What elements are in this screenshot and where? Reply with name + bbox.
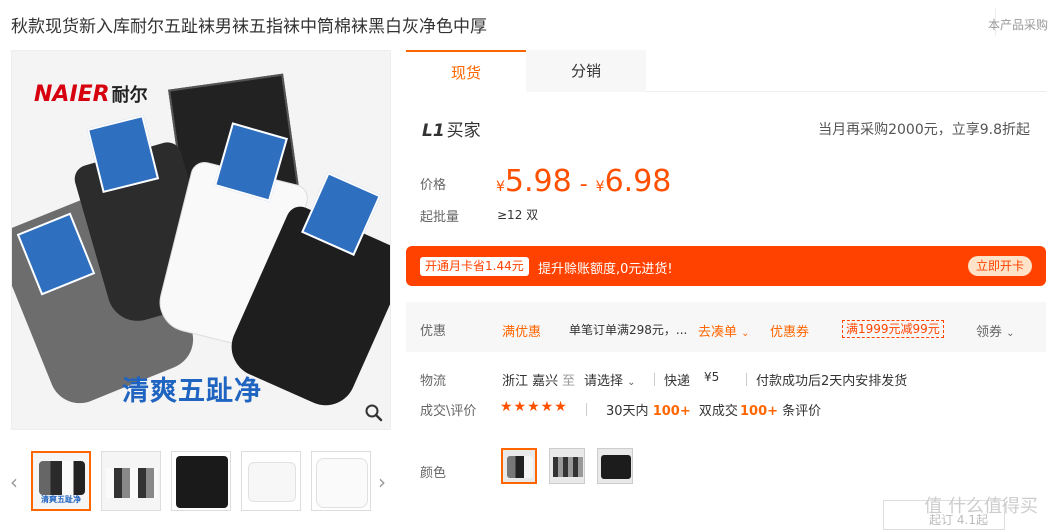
zoom-icon[interactable] [364,403,384,423]
thumb-sock [248,462,296,502]
ship-to-word: 至 [562,374,576,389]
brand-latin: NAIER [34,82,110,107]
coupon-tag: 优惠券 [770,325,810,340]
sales-period: 30天内 [606,404,649,419]
price-box: 价格 ¥5.98- ¥6.98 起批量 ≥12 双 [406,150,1046,236]
buyer-discount-note[interactable]: 当月再采购2000元，立享9.8折起 [818,119,1030,139]
price-range: ¥5.98- ¥6.98 [496,164,671,199]
color-swatch-2[interactable] [549,448,585,484]
promo-chip: 开通月卡省1.44元 [420,257,529,276]
swatch-image [553,457,583,477]
chevron-down-icon: ⌄ [741,328,750,339]
chevron-down-icon: ⌄ [1006,328,1015,339]
thumbnail-5[interactable] [311,451,371,511]
moq-value: ≥12 双 [497,208,539,222]
thumbnail-2[interactable] [101,451,161,511]
review-count[interactable]: 100+ 条评价 [740,400,821,419]
thumbnail-3[interactable] [171,451,231,511]
buyer-level: L1 买家 [422,116,481,141]
color-swatch-1[interactable] [501,448,537,484]
site-watermark: 值 什么值得买 [924,496,1038,517]
color-selector: 颜色 [406,448,1046,488]
price-low: 5.98 [504,164,572,199]
offer-tabs: 现货 分销 [406,50,1046,92]
add-items-link[interactable]: 去凑单 ⌄ [698,321,750,340]
thumb-socks [106,468,158,498]
tab-distribution[interactable]: 分销 [526,50,646,92]
buyer-level-badge: L1 [422,121,445,141]
price-label: 价格 [420,178,447,193]
shipping-method: 快递 [664,374,691,389]
image-slogan: 清爽五趾净 [122,376,262,407]
reviews-row: 成交\评价 ★★★★★ 30天内 100+ 双成交 100+ 条评价 [406,394,1046,424]
swatch-image [507,456,533,478]
full-discount-tag: 满优惠 [502,325,542,340]
thumb-sock [316,458,368,508]
thumb-prev-icon[interactable]: ‹ [10,470,18,494]
chevron-down-icon: ⌄ [627,377,636,388]
sales-number: 100+ [652,404,691,419]
review-number: 100+ [740,404,779,419]
price-dash: - [579,172,588,197]
sales-count[interactable]: 30天内 100+ 双成交 [606,400,738,419]
currency-symbol: ¥ [595,179,605,195]
price-high: 6.98 [604,164,672,199]
thumbnail-4[interactable] [241,451,301,511]
add-items-label: 去凑单 [698,325,738,340]
destination-select[interactable]: 请选择 ⌄ [584,370,636,389]
currency-symbol: ¥ [496,179,505,195]
shipping-fee: ¥5 [704,370,720,384]
color-label: 颜色 [420,466,447,481]
logistics-label: 物流 [420,374,447,389]
product-title: 秋款现货新入库耐尔五趾袜男袜五指袜中筒棉袜黑白灰净色中厚 [11,17,487,37]
get-coupon-label: 领券 [976,325,1003,340]
buyer-level-label: 买家 [446,121,481,141]
brand-cn: 耐尔 [111,85,148,106]
coupon-label: 优惠 [420,324,447,339]
review-unit: 条评价 [782,404,822,419]
moq-label: 起批量 [420,210,460,225]
sales-unit: 双成交 [698,404,738,419]
brand-logo: NAIER 耐尔 [34,81,148,107]
monthly-card-promo[interactable]: 开通月卡省1.44元 提升赊账额度,0元进货! 立即开卡 [406,246,1046,286]
coupon-chip[interactable]: 满1999元减99元 [842,320,944,338]
reviews-label: 成交\评价 [420,404,477,419]
main-product-image[interactable]: NAIER 耐尔 清爽五趾净 [11,50,391,430]
get-coupon-link[interactable]: 领券 ⌄ [976,321,1015,340]
thumb-socks [39,461,85,495]
logistics-row: 物流 浙江 嘉兴 至 请选择 ⌄ 快递 ¥5 付款成功后2天内安排发货 [406,364,1046,394]
tab-in-stock[interactable]: 现货 [406,50,526,92]
promo-text: 提升赊账额度,0元进货! [538,262,673,277]
swatch-image [601,455,631,479]
divider [746,373,747,386]
thumb-caption: 清爽五趾净 [41,495,81,504]
destination-select-label: 请选择 [584,374,624,389]
source-note[interactable]: 本产品采购 [988,16,1048,33]
ship-from: 浙江 嘉兴 [502,374,559,389]
rating-stars: ★★★★★ [500,399,568,415]
color-swatch-3[interactable] [597,448,633,484]
thumbnail-1[interactable]: 清爽五趾净 [31,451,91,511]
shipping-note: 付款成功后2天内安排发货 [756,374,908,389]
product-page: 秋款现货新入库耐尔五趾袜男袜五指袜中筒棉袜黑白灰净色中厚 本产品采购 NAIER… [0,0,1048,532]
full-discount-desc: 单笔订单满298元，... [569,323,688,337]
open-card-button[interactable]: 立即开卡 [967,256,1032,276]
thumb-sock [176,456,228,508]
divider [654,373,655,386]
divider [586,403,587,416]
coupon-row: 优惠 满优惠 单笔订单满298元，... 去凑单 ⌄ 优惠券 满1999元减99… [406,302,1046,352]
thumb-next-icon[interactable]: › [378,470,386,494]
